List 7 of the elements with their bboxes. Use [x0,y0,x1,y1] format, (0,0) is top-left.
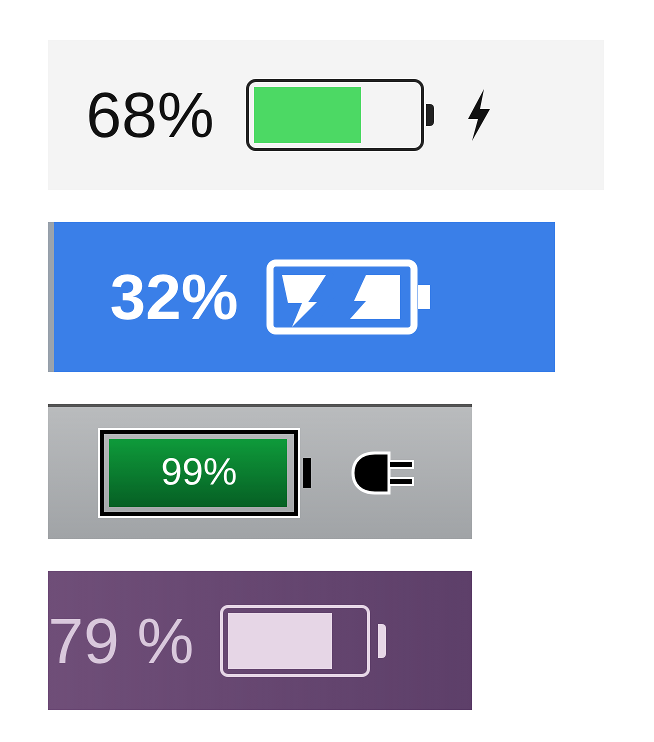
battery-terminal-icon [303,458,311,488]
battery-percentage: 68% [86,83,214,147]
battery-percentage: 79 % [48,608,194,672]
battery-icon [246,79,434,151]
battery-percentage: 99% [160,452,238,494]
battery-percentage: 32% [110,265,238,329]
battery-icon [220,604,386,676]
